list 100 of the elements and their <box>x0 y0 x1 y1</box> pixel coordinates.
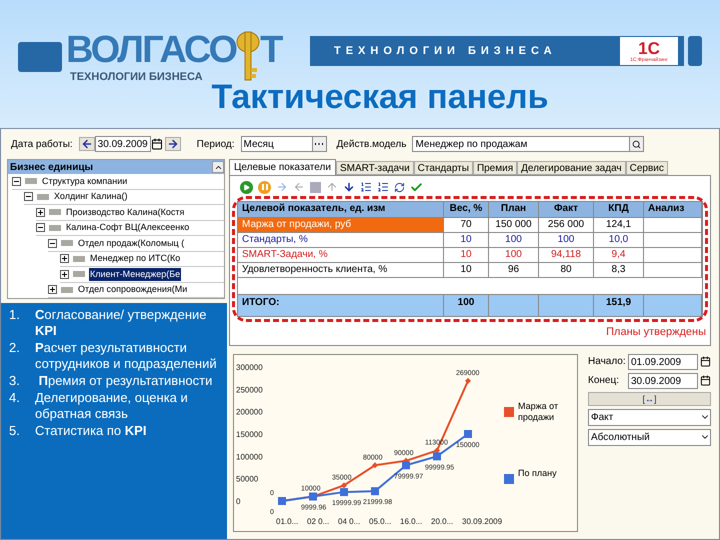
step-text: Статистика по KPI <box>35 423 146 439</box>
slide-title: Тактическая панель <box>210 78 549 116</box>
table-cell: SMART-Задачи, % <box>238 248 444 262</box>
play-icon[interactable] <box>240 180 253 194</box>
y-tick-label: 100000 <box>236 452 263 461</box>
table-cell: 94,118 <box>539 248 594 262</box>
calendar-icon[interactable] <box>700 356 711 367</box>
legend-label: По плану <box>518 468 558 479</box>
legend-label: Маржа от продажи <box>518 401 560 423</box>
tab[interactable]: Делегирование задач <box>517 161 626 175</box>
expand-icon[interactable] <box>36 208 45 217</box>
x-tick-label: 16.0... <box>400 516 422 526</box>
banner-bar <box>18 42 62 72</box>
step-text: Делегирование, оценка и обратная связь <box>35 390 189 422</box>
y-tick-label: 150000 <box>236 430 263 438</box>
expand-icon[interactable] <box>60 254 69 264</box>
column-header: Анализ <box>644 202 702 217</box>
tree-item[interactable]: Калина-Софт ВЦ(Алексеенко <box>65 221 190 234</box>
table-cell: 100 <box>489 248 539 262</box>
measure-dropdown[interactable]: Факт <box>588 408 711 426</box>
field-label: Действ.модель <box>336 138 406 152</box>
tab[interactable]: Премия <box>472 161 518 175</box>
step-number: 3. <box>8 373 21 389</box>
step-text: Премия от результативности <box>38 373 212 389</box>
y-tick-label: 250000 <box>236 384 263 394</box>
mode-dropdown[interactable]: Абсолютный <box>588 428 711 446</box>
table-cell: 80 <box>539 263 594 277</box>
table-row[interactable]: SMART-Задачи, % 10 100 94,118 9,4 <box>238 247 702 262</box>
step-number: 2. <box>8 340 21 357</box>
y-tick-label: 50000 <box>236 474 258 484</box>
folder-icon <box>49 224 61 231</box>
folder-icon <box>73 256 85 262</box>
tree-item[interactable]: Структура компании <box>41 174 128 188</box>
check-icon[interactable] <box>410 180 423 194</box>
banner-text: ТЕХНОЛОГИИ БИЗНЕСА <box>334 44 557 59</box>
collapse-icon[interactable] <box>12 176 21 186</box>
table-cell: 96 <box>489 263 539 277</box>
scroll-up-icon[interactable] <box>212 161 224 173</box>
field-label: Начало: <box>588 355 626 369</box>
data-point <box>372 462 378 468</box>
calendar-icon[interactable] <box>700 375 711 386</box>
tree-item[interactable]: Менеджер по ИТС(Ко <box>89 252 182 266</box>
x-tick-label: 20.0... <box>431 516 454 526</box>
tree-item[interactable]: Отдел продаж(Коломыц ( <box>77 236 186 250</box>
model-field[interactable]: Менеджер по продажам <box>412 136 644 152</box>
y-tick-label: 0 <box>236 496 240 506</box>
search-icon[interactable] <box>629 137 644 151</box>
tab[interactable]: SMART-задачи <box>336 161 414 175</box>
sort-icon[interactable] <box>377 181 389 193</box>
status-text: Планы утверждены <box>606 325 706 340</box>
table-cell: 124,1 <box>594 218 644 232</box>
table-cell: 8,3 <box>594 263 644 277</box>
data-point <box>278 496 286 504</box>
field-label: Период: <box>196 138 235 152</box>
y-tick-label: 200000 <box>236 407 263 416</box>
table-row[interactable]: Стандарты, % 10 100 100 10,0 <box>238 232 702 247</box>
step-number: 1. <box>8 307 21 324</box>
tab[interactable]: Сервис <box>626 161 668 175</box>
field-label: Конец: <box>588 374 620 388</box>
table-row[interactable]: Удовлетворенность клиента, % 10 96 80 8,3 <box>238 262 702 277</box>
tree-item[interactable]: Холдинг Калина() <box>53 190 128 204</box>
expand-icon[interactable] <box>48 285 57 294</box>
more-icon[interactable] <box>312 137 326 151</box>
column-header: План <box>489 202 539 217</box>
calendar-icon[interactable] <box>150 138 163 150</box>
collapse-icon[interactable] <box>36 223 45 232</box>
x-tick-label: 04 0... <box>338 516 360 526</box>
logo-tagline: ТЕХНОЛОГИИ БИЗНЕСА <box>69 70 204 84</box>
tree-header: Бизнес единицы <box>9 160 94 174</box>
tab[interactable]: Стандарты <box>414 161 473 175</box>
table-cell: 10 <box>444 248 489 262</box>
tree-item[interactable]: Производство Калина(Костя <box>65 206 186 219</box>
period-field[interactable]: Месяц <box>240 136 327 152</box>
tree-item[interactable]: Отдел сопровождения(Ми <box>77 283 188 296</box>
table-cell: 10 <box>444 263 489 277</box>
table-cell: Маржа от продажи, руб <box>238 218 444 232</box>
data-point <box>371 486 379 495</box>
down-arrow-icon[interactable] <box>343 181 355 193</box>
x-tick-label: 30.09.2009 <box>462 516 502 526</box>
table-cell: 10,0 <box>594 233 644 247</box>
column-header: Вес, % <box>444 202 489 217</box>
collapse-icon[interactable] <box>24 192 33 202</box>
table-row[interactable]: Маржа от продажи, руб 70 150 000 256 000 124,1 <box>238 217 702 232</box>
start-date-field[interactable]: 01.09.2009 <box>628 354 698 370</box>
date-field[interactable]: 30.09.2009 <box>94 136 151 152</box>
folder-icon <box>61 286 73 293</box>
expand-icon[interactable] <box>60 270 69 279</box>
refresh-icon[interactable] <box>394 182 405 192</box>
collapse-icon[interactable] <box>48 238 57 248</box>
tab[interactable]: Целевые показатели <box>229 159 336 175</box>
folder-icon <box>73 271 85 278</box>
field-label: Дата работы: <box>11 138 73 152</box>
sort-icon[interactable] <box>360 181 372 193</box>
folder-icon <box>61 240 73 246</box>
column-header: Факт <box>539 202 594 217</box>
tree-item[interactable]: Клиент-Менеджер(Бе <box>89 268 182 281</box>
end-date-field[interactable]: 30.09.2009 <box>628 372 698 388</box>
total-cell: ИТОГО: <box>238 295 444 316</box>
folder-icon <box>37 194 49 200</box>
range-button[interactable]: [↔] <box>588 392 711 406</box>
